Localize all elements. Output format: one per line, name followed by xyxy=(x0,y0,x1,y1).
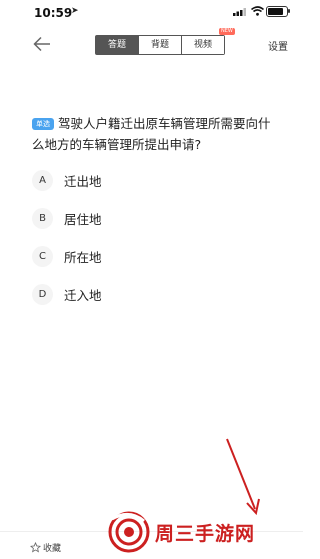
favorite-button[interactable]: 收藏 xyxy=(30,541,61,554)
new-badge: NEW xyxy=(219,28,235,35)
option-letter: C xyxy=(32,245,53,267)
favorite-label: 收藏 xyxy=(43,544,62,554)
back-arrow-icon[interactable] xyxy=(32,34,52,54)
option-b[interactable]: B 居住地 xyxy=(32,206,232,230)
option-letter: A xyxy=(32,169,53,191)
watermark: 周三手游网 xyxy=(108,511,255,553)
wifi-icon xyxy=(251,6,264,16)
question-type-badge: 单选 xyxy=(32,118,54,130)
option-text: 迁出地 xyxy=(64,173,102,189)
status-bar: 10:59 ➤ xyxy=(0,0,303,26)
tab-answer[interactable]: 答题 xyxy=(96,36,138,54)
option-letter: B xyxy=(32,207,53,229)
option-text: 迁入地 xyxy=(64,287,102,303)
option-a[interactable]: A 迁出地 xyxy=(32,168,232,192)
question-text: 驾驶人户籍迁出原车辆管理所需要向什么地方的车辆管理所提出申请? xyxy=(32,116,271,152)
pointer-arrow-icon xyxy=(226,438,260,516)
option-letter: D xyxy=(32,283,53,305)
location-arrow-icon: ➤ xyxy=(71,6,79,16)
status-time: 10:59 xyxy=(34,6,73,20)
watermark-text: 周三手游网 xyxy=(155,522,256,545)
tab-video[interactable]: 视频 xyxy=(181,36,224,54)
option-d[interactable]: D 迁入地 xyxy=(32,282,232,306)
battery-icon xyxy=(266,6,290,17)
option-text: 所在地 xyxy=(64,249,102,265)
option-text: 居住地 xyxy=(64,211,102,227)
settings-button[interactable]: 设置 xyxy=(268,38,288,53)
star-icon xyxy=(30,542,41,553)
signal-icon xyxy=(233,8,246,16)
tab-memorize[interactable]: 背题 xyxy=(138,36,181,54)
option-c[interactable]: C 所在地 xyxy=(32,244,232,268)
mode-tabs: 答题 背题 视频 xyxy=(95,35,225,55)
question-text-block: 单选 驾驶人户籍迁出原车辆管理所需要向什么地方的车辆管理所提出申请? xyxy=(32,113,280,155)
watermark-logo-icon xyxy=(108,511,150,553)
